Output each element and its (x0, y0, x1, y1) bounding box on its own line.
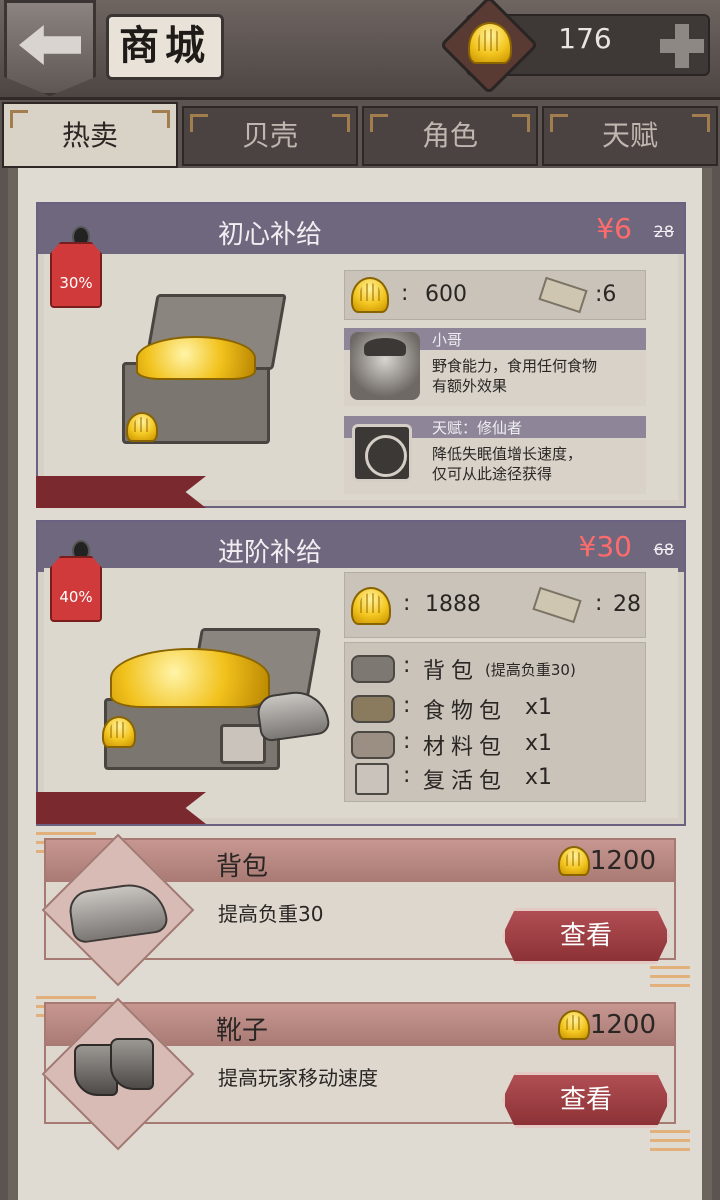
gold-shells-icon (110, 648, 270, 708)
shell-amount: 600 (425, 282, 467, 307)
view-button[interactable]: 查看 (502, 908, 670, 964)
bundle-card-starter[interactable]: 初心补给 ¥6 28 : 600 :6 小哥 野食能力，食用任何食物 有额外效果 (36, 202, 686, 508)
bundle-title: 进阶补给 (218, 538, 323, 568)
tab-label: 角色 (421, 119, 478, 152)
scroll-amount: :6 (595, 282, 617, 307)
corner-ornament-icon (152, 110, 170, 128)
backpack-icon (351, 655, 395, 683)
item-name: 背包 (216, 852, 269, 882)
list-item: : 背包 (提高负重30) (345, 647, 645, 687)
bundle-items-list: : 背包 (提高负重30) : 食物包 x1 : 材料包 x1 : 复活包 x1 (344, 642, 646, 802)
item-name: 靴子 (216, 1016, 269, 1046)
item-description: 提高玩家移动速度 (218, 1066, 378, 1090)
bundle-price: ¥6 (596, 212, 632, 245)
material-pack-icon (351, 731, 395, 759)
corner-ornament-icon (692, 114, 710, 132)
shell-icon (468, 22, 512, 64)
ribbon-decoration (36, 476, 206, 508)
cloud-ornament (650, 966, 690, 992)
shop-tabs: 热卖 贝壳 角色 天赋 (0, 102, 720, 168)
talent-name: 天赋：修仙者 (432, 419, 523, 437)
currency-value: 176 (558, 22, 612, 55)
shell-icon (558, 846, 590, 876)
tab-talents[interactable]: 天赋 (542, 106, 718, 166)
food-pack-icon (351, 695, 395, 723)
character-portrait-icon (350, 332, 420, 400)
character-name: 小哥 (432, 331, 463, 349)
corner-ornament-icon (190, 114, 208, 132)
list-item: : 材料包 x1 (345, 727, 645, 763)
list-item: : 食物包 x1 (345, 691, 645, 727)
item-price: 1200 (589, 1010, 656, 1040)
bundle-price: ¥30 (578, 530, 632, 563)
bundle-currency-row: : 600 :6 (344, 270, 646, 320)
corner-ornament-icon (10, 110, 28, 128)
scroll-icon (538, 276, 588, 314)
shell-icon (102, 716, 136, 748)
list-item: : 复活包 x1 (345, 761, 645, 797)
discount-tag: 30% (50, 242, 102, 308)
bundle-body: : 1888 : 28 : 背包 (提高负重30) : 食物包 x1 : 材料包… (44, 568, 678, 818)
revive-kit-icon (355, 763, 389, 795)
bundle-original-price: 28 (653, 222, 674, 241)
back-arrow-icon (19, 25, 81, 65)
tab-characters[interactable]: 角色 (362, 106, 538, 166)
bundle-title: 初心补给 (218, 220, 323, 250)
backpack-icon (255, 687, 331, 743)
item-description: 提高负重30 (218, 902, 324, 926)
corner-ornament-icon (332, 114, 350, 132)
item-price: 1200 (589, 846, 656, 876)
bundle-card-advanced[interactable]: 进阶补给 ¥30 68 : 1888 : 28 : 背包 (提高负重30): … (36, 520, 686, 826)
view-button[interactable]: 查看 (502, 1072, 670, 1128)
bundle-header: 初心补给 ¥6 28 (38, 204, 684, 254)
cloud-ornament (650, 1130, 690, 1156)
shell-icon (351, 277, 389, 313)
bundle-header: 进阶补给 ¥30 68 (38, 522, 684, 572)
shell-amount: 1888 (425, 592, 481, 617)
ribbon-decoration (36, 792, 206, 824)
tab-hot[interactable]: 热卖 (2, 102, 178, 168)
corner-ornament-icon (550, 114, 568, 132)
top-bar: 商城 176 (0, 0, 720, 100)
tab-label: 天赋 (601, 119, 658, 152)
character-description: 野食能力，食用任何食物 有额外效果 (432, 357, 598, 395)
back-button[interactable] (4, 0, 96, 96)
shell-icon (558, 1010, 590, 1040)
discount-tag: 40% (50, 556, 102, 622)
character-reward: 小哥 野食能力，食用任何食物 有额外效果 (344, 328, 646, 406)
add-currency-button[interactable] (660, 24, 704, 68)
talent-icon (352, 424, 412, 482)
bundle-body: : 600 :6 小哥 野食能力，食用任何食物 有额外效果 天赋：修仙者 降低失… (44, 254, 678, 500)
tab-label: 热卖 (61, 119, 118, 152)
corner-ornament-icon (512, 114, 530, 132)
gold-shells-icon (136, 336, 256, 380)
bundle-currency-row: : 1888 : 28 (344, 572, 646, 638)
tab-label: 贝壳 (241, 119, 298, 152)
tab-shells[interactable]: 贝壳 (182, 106, 358, 166)
scroll-icon (532, 586, 582, 624)
corner-ornament-icon (370, 114, 388, 132)
talent-reward: 天赋：修仙者 降低失眠值增长速度， 仅可从此途径获得 (344, 416, 646, 494)
shell-icon (126, 412, 158, 442)
boots-icon (110, 1038, 154, 1090)
bundle-original-price: 68 (653, 540, 674, 559)
shell-icon (351, 587, 391, 625)
scroll-amount: 28 (613, 592, 641, 617)
page-title: 商城 (106, 14, 224, 80)
talent-description: 降低失眠值增长速度， 仅可从此途径获得 (432, 445, 583, 483)
